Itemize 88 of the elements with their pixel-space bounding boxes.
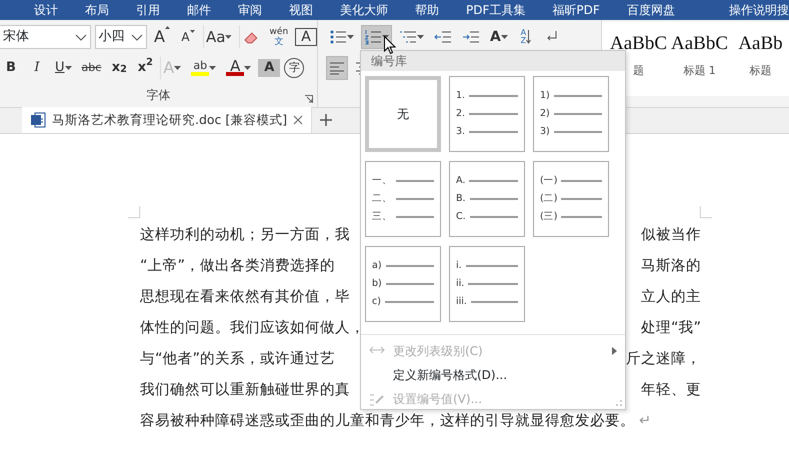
- body-text: 斤之迷障，: [626, 350, 701, 369]
- ribbon-tab[interactable]: PDF工具集: [466, 1, 526, 19]
- ribbon-tab[interactable]: 帮助: [415, 1, 439, 19]
- font-color-button[interactable]: A: [223, 56, 254, 80]
- document-tab[interactable]: 马斯洛艺术教育理论研究.doc [兼容模式]: [22, 107, 312, 133]
- bold-button[interactable]: B: [0, 56, 22, 80]
- ribbon-tab[interactable]: 布局: [85, 1, 109, 19]
- body-text: 马斯洛的: [641, 256, 701, 276]
- submenu-arrow-icon: [612, 347, 617, 355]
- ribbon-tab[interactable]: 视图: [289, 1, 313, 19]
- ribbon-tab[interactable]: 操作说明搜: [729, 1, 789, 19]
- chevron-down-icon: [130, 34, 143, 40]
- body-text: 这样功利的动机；另一方面，我: [140, 226, 350, 245]
- crop-mark-icon: [700, 206, 712, 218]
- body-text: 似被当作: [641, 226, 701, 245]
- ribbon-tab[interactable]: 审阅: [238, 1, 262, 19]
- menu-item[interactable]: 定义新编号格式(D)...: [361, 363, 625, 387]
- body-text: 容易被种种障碍迷惑或歪曲的儿童和青少年，这样的引导就显得愈发必要。: [140, 412, 635, 431]
- numbering-format-tile[interactable]: 1. 2. 3.: [449, 76, 525, 152]
- caret-icon: [209, 66, 216, 70]
- decrease-indent-icon: [434, 29, 452, 45]
- numbering-format-tile[interactable]: (一) (二) (三): [533, 161, 609, 237]
- ribbon-tab[interactable]: 美化大师: [340, 1, 388, 19]
- body-text: 思想现在看来依然有其价值，毕: [140, 288, 350, 307]
- level-arrows-icon: [369, 344, 385, 356]
- resize-grip-icon: [616, 400, 622, 406]
- phonetic-guide-button[interactable]: wén 文: [266, 25, 291, 49]
- style-gallery-item[interactable]: AaBb 标题: [732, 30, 789, 96]
- crop-mark-icon: [128, 206, 140, 218]
- font-size-field[interactable]: 小四: [94, 25, 147, 49]
- group-label: 字体: [146, 87, 170, 104]
- caret-icon: [347, 35, 354, 39]
- body-text: 年轻、更: [641, 380, 701, 400]
- body-text: 处理“我”: [640, 318, 701, 338]
- script-button[interactable]: x$_{2}$: [108, 56, 130, 80]
- caret-icon: [174, 66, 182, 70]
- ribbon-tab[interactable]: 邮件: [187, 1, 211, 19]
- down-caret-icon: [190, 30, 195, 33]
- numbering-format-tile[interactable]: 1) 2) 3): [533, 76, 609, 152]
- grow-font-button[interactable]: A: [150, 25, 173, 49]
- numbering-format-tile[interactable]: A. B. C.: [449, 161, 525, 237]
- change-case-button[interactable]: Aa: [202, 25, 235, 49]
- caret-icon: [500, 35, 508, 39]
- highlight-button[interactable]: ab: [188, 56, 220, 80]
- enclose-characters-button[interactable]: 字: [284, 58, 304, 78]
- numbering-format-tile[interactable]: 无: [365, 76, 441, 152]
- asian-layout-button[interactable]: A: [487, 25, 511, 49]
- shrink-font-button[interactable]: A: [176, 25, 199, 49]
- body-text: 我们确然可以重新触碰世界的真: [140, 380, 350, 400]
- italic-button[interactable]: I: [26, 56, 48, 80]
- numbering-format-tile[interactable]: i. ii. iii.: [449, 246, 525, 322]
- dialog-launcher-icon: [305, 95, 313, 103]
- body-text: 与“他者”的关系，或许通过艺: [140, 350, 336, 369]
- close-icon: [293, 115, 304, 125]
- paragraph-mark: ↵: [639, 412, 652, 431]
- ribbon-tab[interactable]: 引用: [136, 1, 160, 19]
- sort-button[interactable]: A Z: [514, 25, 537, 49]
- multilevel-list-icon: [399, 29, 417, 45]
- ribbon-tab[interactable]: 设计: [34, 1, 58, 19]
- gallery-header: 编号库: [361, 51, 625, 71]
- strikethrough-button[interactable]: abc: [78, 56, 104, 80]
- caret-icon: [225, 35, 232, 39]
- caret-icon: [417, 35, 424, 39]
- numbering-format-tile[interactable]: a) b) c): [365, 246, 441, 322]
- font-name-field[interactable]: 宋体: [0, 25, 91, 49]
- character-shading-button[interactable]: A: [258, 59, 280, 77]
- body-text: 立人的主: [641, 288, 701, 307]
- align-left-icon: [329, 61, 345, 75]
- bullet-list-icon: [329, 29, 347, 45]
- script-button[interactable]: x$^{2}$: [134, 56, 156, 80]
- caret-icon: [64, 66, 72, 70]
- numbered-list-icon: [364, 29, 382, 45]
- increase-indent-icon: [462, 29, 480, 45]
- style-gallery-item[interactable]: AaBbC 标题 1: [671, 30, 728, 96]
- character-border-button[interactable]: A: [295, 28, 317, 46]
- down-arrow-icon: [526, 30, 532, 44]
- ribbon-tab[interactable]: 百度网盘: [626, 1, 675, 19]
- plus-icon: [320, 114, 332, 126]
- caret-icon: [244, 66, 252, 70]
- body-text: “上帝”，做出各类消费选择的: [140, 256, 336, 276]
- up-caret-icon: [164, 26, 170, 29]
- numbering-format-tile[interactable]: 一、 二、 三、: [365, 161, 441, 237]
- align-left-button[interactable]: [326, 56, 348, 80]
- underline-button[interactable]: U: [52, 56, 75, 80]
- body-text: 体性的问题。我们应该如何做人，: [140, 318, 365, 338]
- word-document-icon: [30, 112, 46, 128]
- ribbon-tab[interactable]: 福昕PDF: [552, 1, 600, 19]
- chevron-down-icon: [74, 34, 87, 40]
